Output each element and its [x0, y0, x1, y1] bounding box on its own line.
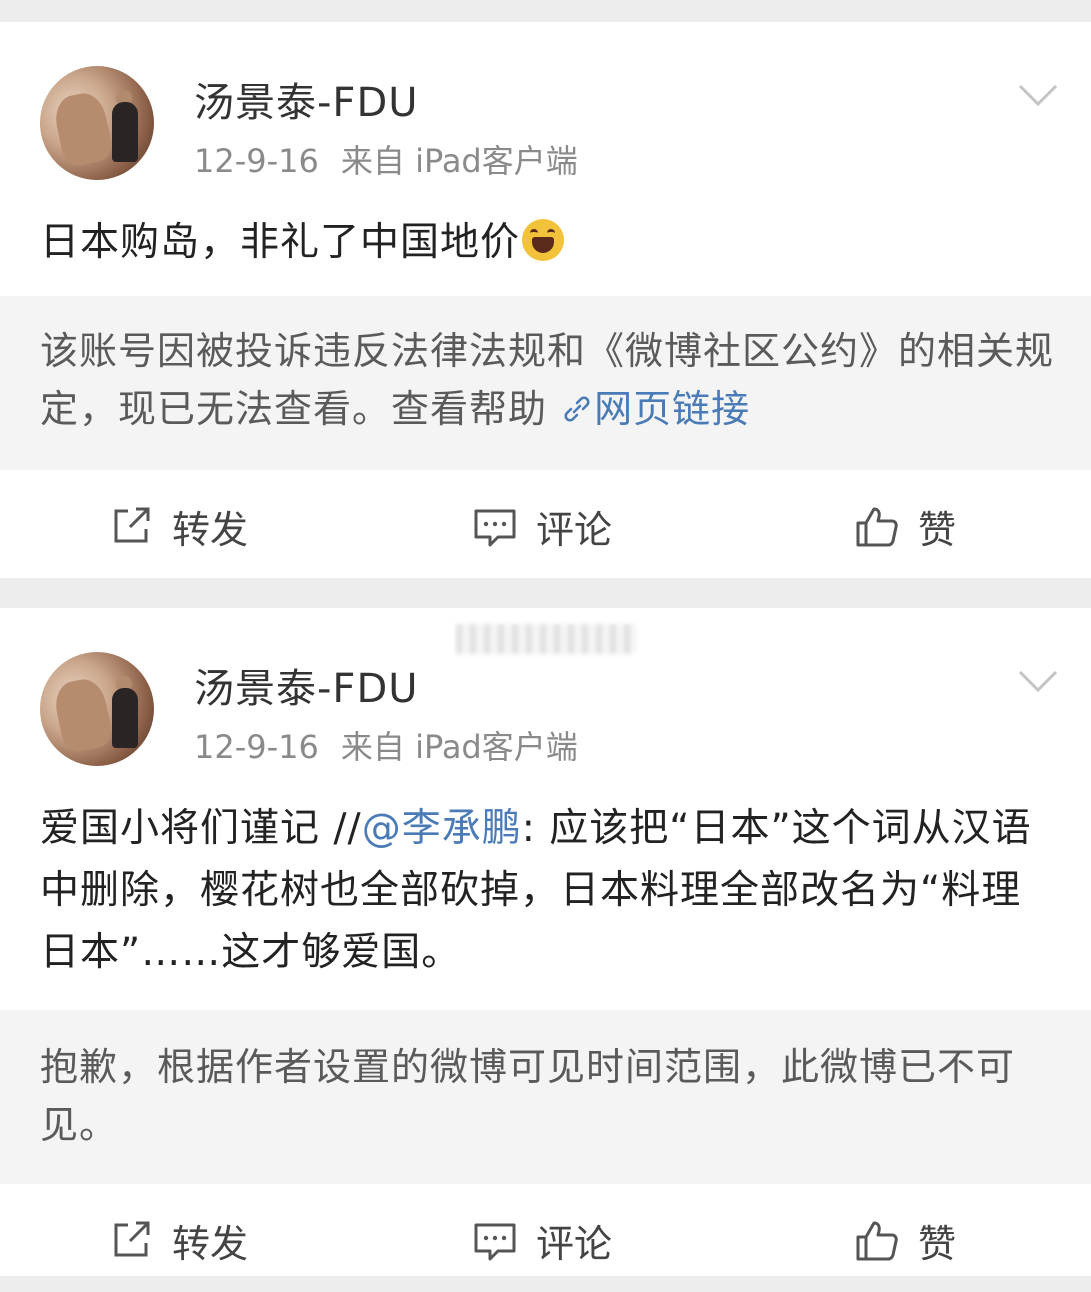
notice-text: 该账号因被投诉违反法律法规和《微博社区公约》的相关规定，现已无法查看。查看帮助 …	[40, 329, 1055, 431]
post-text: 日本购岛，非礼了中国地价	[40, 212, 1060, 274]
post-card: 汤景泰-FDU 12-9-16 来自 iPad客户端 爱国小将们谨记 //@李承鹏…	[0, 608, 1091, 1276]
action-bar: 转发 评论 赞	[0, 474, 1091, 578]
post-meta: 12-9-16 来自 iPad客户端	[194, 722, 578, 768]
repost-button[interactable]: 转发	[108, 474, 248, 578]
notice-text: 抱歉，根据作者设置的微博可见时间范围，此微博已不可见。	[40, 1045, 1016, 1147]
chevron-down-icon[interactable]	[1018, 82, 1058, 110]
link-icon	[564, 396, 590, 422]
like-icon	[856, 507, 898, 547]
avatar[interactable]	[40, 652, 154, 766]
chevron-down-icon[interactable]	[1018, 668, 1058, 696]
post-date: 12-9-16	[194, 142, 319, 180]
username[interactable]: 汤景泰-FDU	[194, 70, 419, 128]
comment-button[interactable]: 评论	[472, 474, 612, 578]
post-meta: 12-9-16 来自 iPad客户端	[194, 136, 578, 182]
laughing-emoji-icon	[522, 219, 565, 261]
action-bar: 转发 评论 赞	[0, 1188, 1091, 1292]
post-text: 爱国小将们谨记 //@李承鹏: 应该把“日本”这个词从汉语中删除，樱花树也全部砍…	[40, 806, 1032, 975]
post-source: 来自 iPad客户端	[340, 728, 578, 766]
notice-box: 该账号因被投诉违反法律法规和《微博社区公约》的相关规定，现已无法查看。查看帮助 …	[0, 296, 1091, 470]
blurred-watermark	[456, 624, 636, 654]
like-button[interactable]: 赞	[854, 1188, 956, 1292]
like-button[interactable]: 赞	[854, 474, 956, 578]
repost-icon	[114, 507, 150, 543]
comment-icon	[474, 1223, 516, 1261]
web-link[interactable]: 网页链接	[560, 387, 750, 431]
repost-icon	[114, 1221, 150, 1257]
comment-icon	[474, 509, 516, 547]
post-card: 汤景泰-FDU 12-9-16 来自 iPad客户端 日本购岛，非礼了中国地价 该…	[0, 22, 1091, 578]
comment-button[interactable]: 评论	[472, 1188, 612, 1292]
like-icon	[856, 1221, 898, 1261]
mention-link[interactable]: @李承鹏	[362, 806, 522, 851]
notice-box: 抱歉，根据作者设置的微博可见时间范围，此微博已不可见。	[0, 1010, 1091, 1184]
avatar[interactable]	[40, 66, 154, 180]
repost-button[interactable]: 转发	[108, 1188, 248, 1292]
post-date: 12-9-16	[194, 728, 319, 766]
username[interactable]: 汤景泰-FDU	[194, 656, 419, 714]
post-source: 来自 iPad客户端	[340, 142, 578, 180]
